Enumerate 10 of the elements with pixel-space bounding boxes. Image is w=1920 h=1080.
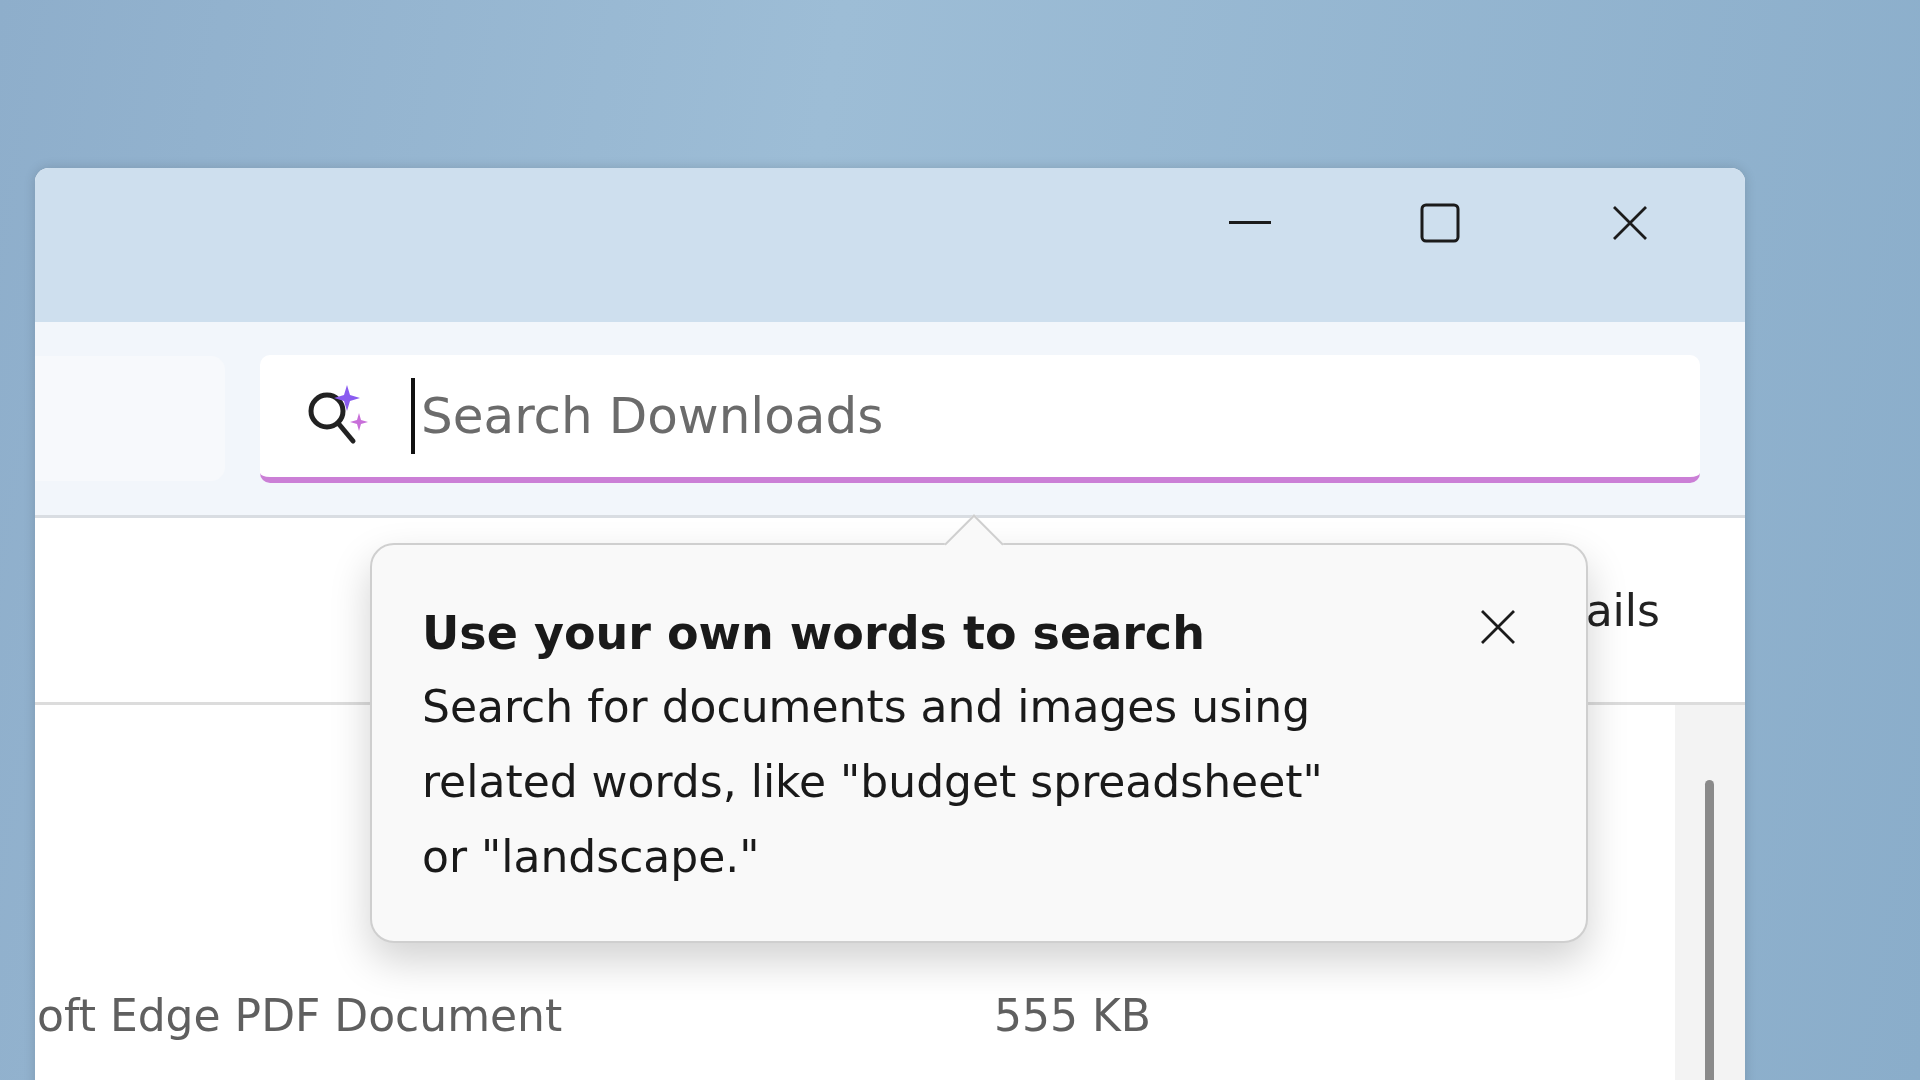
minimize-icon — [1229, 221, 1271, 225]
maximize-icon — [1420, 203, 1460, 243]
address-bar[interactable] — [35, 356, 225, 481]
toolbar-label[interactable]: ails — [1585, 584, 1660, 636]
file-type: oft Edge PDF Document — [37, 989, 564, 1041]
scrollbar-thumb[interactable] — [1705, 780, 1714, 1080]
tooltip-text: Search for documents and images using related words, like "budget spreadsheet" or "landscape." — [422, 680, 1324, 884]
tooltip-title: Use your own words to search — [422, 605, 1206, 662]
search-field[interactable]: Search Downloads — [260, 354, 1700, 483]
file-size: 555 KB — [994, 989, 1151, 1041]
